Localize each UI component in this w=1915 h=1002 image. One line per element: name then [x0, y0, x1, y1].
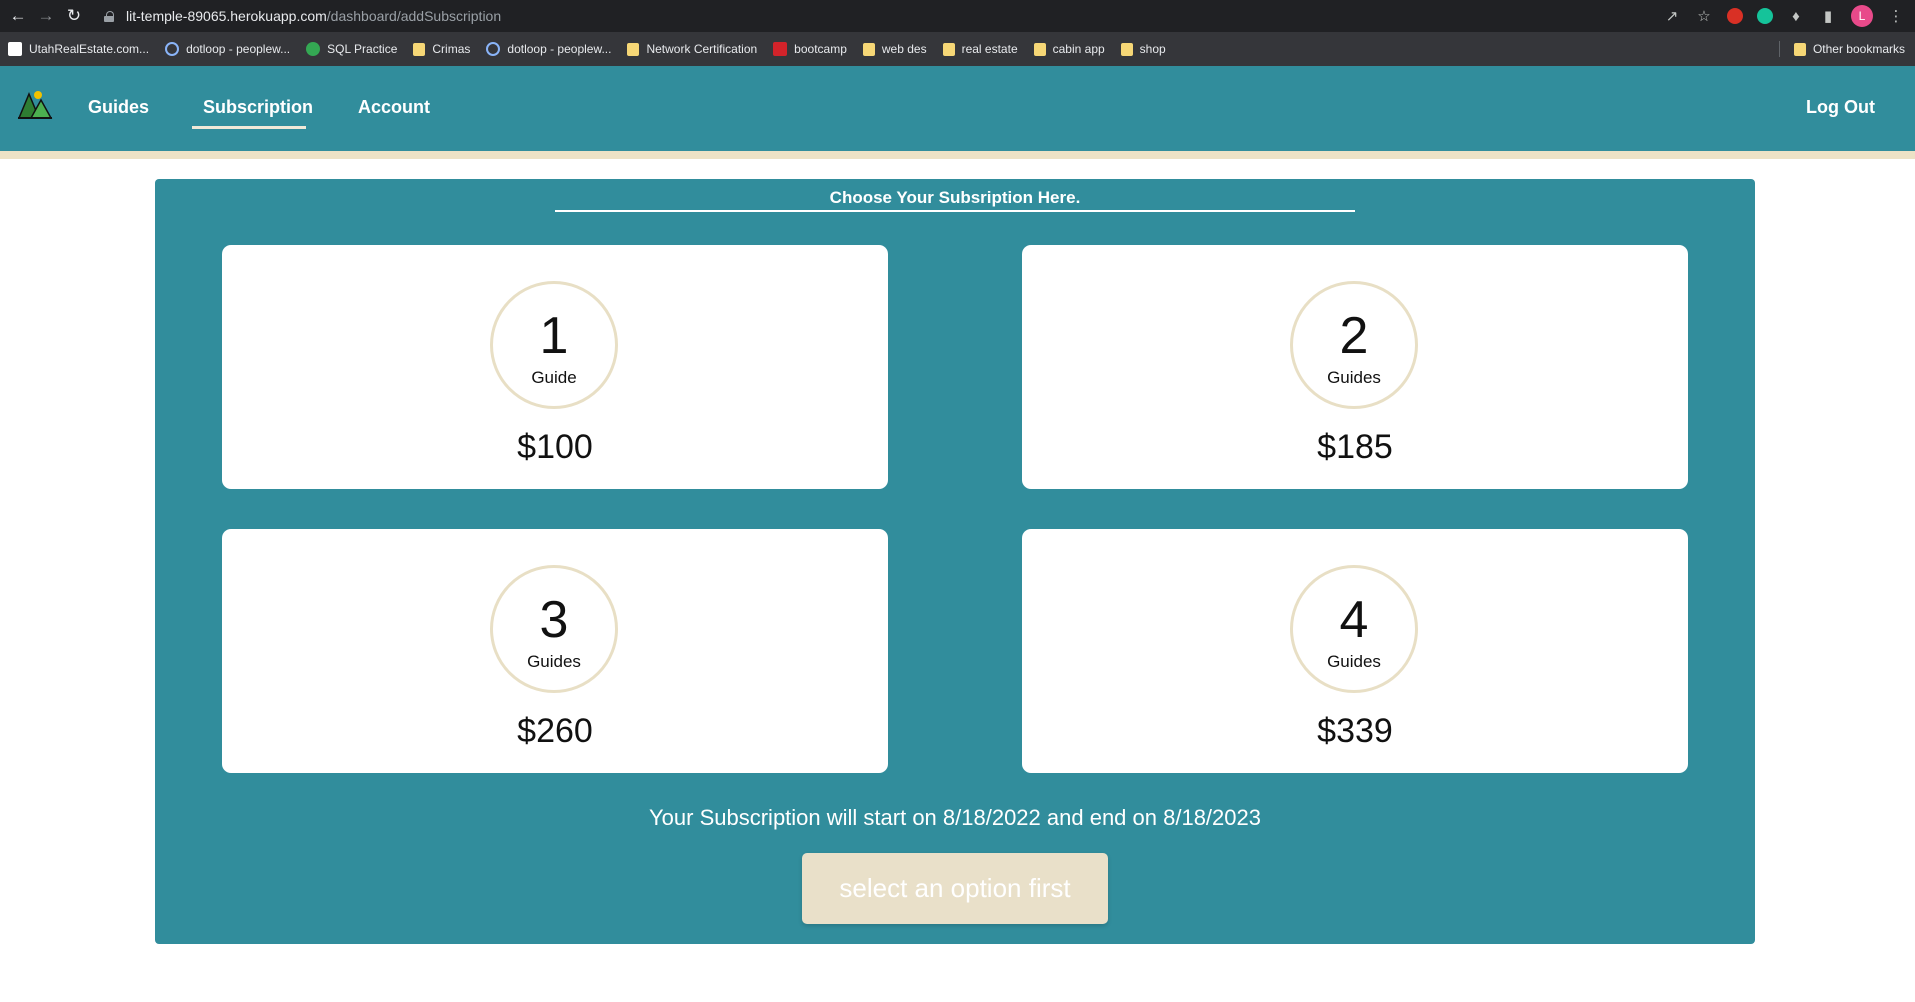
guide-count-circle: 3 Guides	[490, 565, 618, 693]
bookmark-item[interactable]: bootcamp	[773, 42, 847, 56]
bookmark-folder[interactable]: web des	[862, 42, 927, 56]
grammarly-extension-icon[interactable]	[1757, 8, 1773, 24]
logout-link[interactable]: Log Out	[1806, 97, 1875, 118]
site-icon	[773, 42, 788, 56]
guide-count-circle: 2 Guides	[1290, 281, 1418, 409]
site-icon	[486, 42, 501, 56]
profile-avatar[interactable]: L	[1851, 5, 1873, 27]
folder-icon	[1793, 42, 1806, 56]
address-bar[interactable]: lit-temple-89065.herokuapp.com/dashboard…	[104, 4, 501, 28]
extensions-puzzle-icon[interactable]: ♦	[1787, 7, 1805, 25]
guide-unit-label: Guide	[531, 368, 577, 387]
app-navbar: Guides Subscription Account Log Out	[0, 66, 1915, 151]
subscription-option-card[interactable]: 4 Guides $339	[1022, 529, 1688, 773]
guide-unit-label: Guides	[1327, 652, 1381, 671]
guide-count-circle: 4 Guides	[1290, 565, 1418, 693]
bookmark-folder[interactable]: cabin app	[1033, 42, 1105, 56]
nav-subscription-link[interactable]: Subscription	[203, 97, 313, 118]
subscription-option-card[interactable]: 2 Guides $185	[1022, 245, 1688, 489]
share-icon[interactable]: ↗	[1663, 7, 1681, 25]
panel-title: Choose Your Subsription Here.	[829, 188, 1081, 207]
folder-icon	[1033, 42, 1046, 56]
lock-icon	[104, 10, 114, 22]
folder-icon	[627, 42, 640, 56]
star-icon[interactable]: ☆	[1695, 7, 1713, 25]
bookmark-item[interactable]: SQL Practice	[306, 42, 397, 56]
side-panel-icon[interactable]: ▮	[1819, 7, 1837, 25]
mountain-logo-icon[interactable]	[17, 86, 53, 120]
url-host: lit-temple-89065.herokuapp.com	[126, 8, 327, 24]
subscription-panel: Choose Your Subsription Here. 1 Guide $1…	[155, 179, 1755, 944]
guide-count: 1	[539, 307, 569, 365]
back-arrow-icon[interactable]: ←	[4, 2, 32, 30]
nav-account-link[interactable]: Account	[358, 97, 430, 118]
subscription-option-card[interactable]: 1 Guide $100	[222, 245, 888, 489]
bookmark-folder[interactable]: Network Certification	[627, 42, 757, 56]
guide-count: 2	[1339, 307, 1369, 365]
guide-count: 3	[539, 591, 569, 649]
bookmark-item[interactable]: dotloop - peoplew...	[486, 42, 611, 56]
active-tab-underline	[192, 126, 306, 129]
other-bookmarks-folder[interactable]: Other bookmarks	[1793, 32, 1905, 66]
bookmarks-bar: UtahRealEstate.com... dotloop - peoplew.…	[0, 32, 1915, 66]
folder-icon	[1120, 42, 1133, 56]
bookmark-item[interactable]: dotloop - peoplew...	[165, 42, 290, 56]
option-price: $185	[1317, 428, 1393, 466]
option-price: $100	[517, 428, 593, 466]
folder-icon	[413, 42, 426, 56]
reload-icon[interactable]: ↻	[60, 2, 88, 30]
bookmark-folder[interactable]: real estate	[942, 42, 1018, 56]
option-price: $339	[1317, 712, 1393, 750]
nav-guides-link[interactable]: Guides	[88, 97, 149, 118]
title-underline	[555, 210, 1355, 212]
site-icon	[8, 42, 22, 56]
bookmark-folder[interactable]: Crimas	[413, 42, 470, 56]
divider	[1779, 41, 1780, 57]
guide-unit-label: Guides	[1327, 368, 1381, 387]
menu-kebab-icon[interactable]: ⋮	[1887, 7, 1905, 25]
guide-count: 4	[1339, 591, 1369, 649]
extension-red-icon[interactable]	[1727, 8, 1743, 24]
guide-unit-label: Guides	[527, 652, 581, 671]
folder-icon	[942, 42, 955, 56]
folder-icon	[862, 42, 875, 56]
option-price: $260	[517, 712, 593, 750]
browser-toolbar: ← → ↻ lit-temple-89065.herokuapp.com/das…	[0, 0, 1915, 32]
forward-arrow-icon[interactable]: →	[32, 2, 60, 30]
select-option-button[interactable]: select an option first	[802, 853, 1108, 924]
subscription-option-card[interactable]: 3 Guides $260	[222, 529, 888, 773]
url-path: /dashboard/addSubscription	[326, 8, 502, 24]
bookmark-folder[interactable]: shop	[1120, 42, 1166, 56]
bookmark-item[interactable]: UtahRealEstate.com...	[8, 42, 149, 56]
guide-count-circle: 1 Guide	[490, 281, 618, 409]
subscription-dates-text: Your Subscription will start on 8/18/202…	[649, 805, 1261, 830]
site-icon	[165, 42, 180, 56]
site-icon	[306, 42, 321, 56]
header-accent-stripe	[0, 151, 1915, 159]
